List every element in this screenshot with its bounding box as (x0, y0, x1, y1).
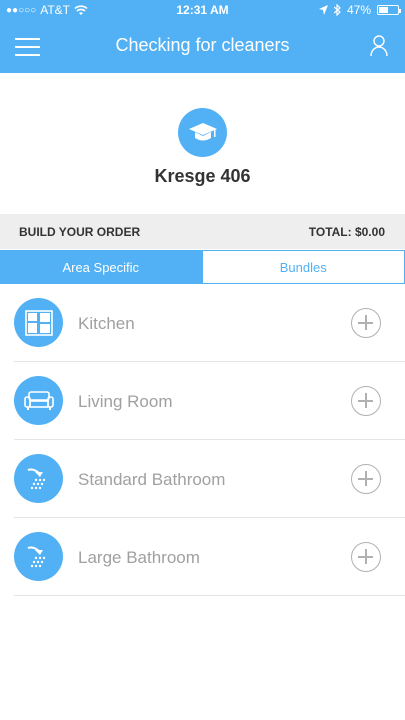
tab-area-specific[interactable]: Area Specific (0, 250, 202, 284)
order-total: TOTAL: $0.00 (308, 225, 385, 239)
kitchen-icon (14, 298, 63, 347)
battery-percent: 47% (346, 3, 371, 17)
area-label: Kitchen (78, 314, 135, 333)
order-tabs: Area Specific Bundles (0, 250, 405, 284)
top-bar: ●●○○○ AT&T 12:31 AM 47% Checking for cle… (0, 0, 405, 73)
area-label: Large Bathroom (78, 548, 200, 567)
order-summary-bar: BUILD YOUR ORDER TOTAL: $0.00 (0, 214, 405, 249)
profile-button[interactable] (370, 35, 388, 57)
order-heading: BUILD YOUR ORDER (19, 225, 141, 239)
sofa-icon (14, 376, 63, 425)
add-kitchen-button[interactable] (351, 308, 381, 338)
bluetooth-icon (333, 4, 341, 16)
add-large-bathroom-button[interactable] (351, 542, 381, 572)
location-arrow-icon (318, 5, 328, 15)
shower-icon (14, 454, 63, 503)
list-item[interactable]: Standard Bathroom (14, 440, 405, 518)
add-living-room-button[interactable] (351, 386, 381, 416)
area-label: Living Room (78, 392, 173, 411)
list-item[interactable]: Living Room (14, 362, 405, 440)
area-label: Standard Bathroom (78, 470, 226, 489)
add-standard-bathroom-button[interactable] (351, 464, 381, 494)
list-item[interactable]: Kitchen (14, 284, 405, 362)
page-title: Checking for cleaners (115, 35, 290, 55)
area-list: Kitchen Living Room Standard Bathroom La… (14, 284, 405, 596)
status-bar: ●●○○○ AT&T 12:31 AM 47% (0, 0, 405, 22)
tab-bundles[interactable]: Bundles (201, 250, 405, 284)
graduation-cap-icon (178, 108, 227, 157)
location-name: Kresge 406 (154, 166, 251, 186)
battery-icon (377, 5, 401, 15)
list-item[interactable]: Large Bathroom (14, 518, 405, 596)
shower-icon (14, 532, 63, 581)
